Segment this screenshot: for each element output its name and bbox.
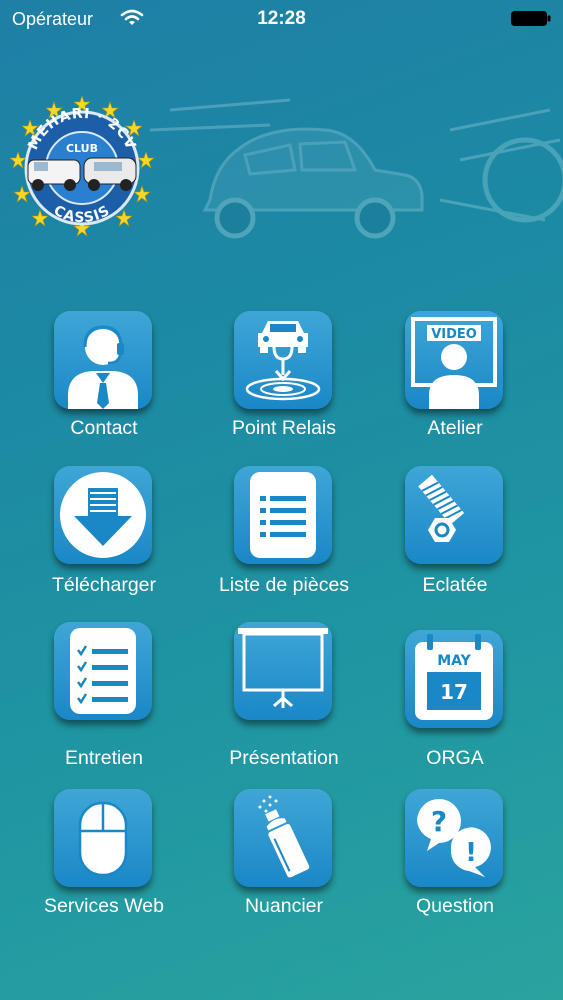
nuancier-tile[interactable]: [234, 789, 332, 887]
menu-item-liste-de-pieces[interactable]: Liste de pièces: [209, 466, 359, 606]
point-relais-label: Point Relais: [231, 417, 337, 439]
menu-item-nuancier[interactable]: Nuancier: [209, 789, 359, 929]
video-icon: VIDEO: [411, 317, 497, 409]
menu-item-atelier[interactable]: VIDEO Atelier: [380, 311, 530, 451]
entretien-tile[interactable]: [54, 622, 152, 720]
background-car-image: [150, 98, 563, 239]
presentation-tile[interactable]: [234, 622, 332, 720]
download-icon: [60, 472, 146, 558]
status-bar: Opérateur 12:28: [0, 0, 563, 38]
menu-item-presentation[interactable]: Présentation: [209, 622, 359, 769]
question-icon: ? !: [417, 799, 491, 877]
eclatee-label: Eclatée: [422, 574, 488, 596]
question-tile[interactable]: ? !: [405, 789, 503, 887]
liste-de-pieces-label: Liste de pièces: [218, 574, 350, 596]
atelier-tile[interactable]: VIDEO: [405, 311, 503, 409]
menu-item-entretien[interactable]: Entretien: [29, 622, 179, 769]
atelier-label: Atelier: [427, 417, 483, 439]
liste-de-pieces-tile[interactable]: [234, 466, 332, 564]
calendar-day-text: 17: [440, 680, 468, 704]
svg-text:!: !: [465, 838, 477, 868]
menu-item-question[interactable]: ? ! Question: [380, 789, 530, 929]
bolt-icon: [418, 474, 465, 542]
clock: 12:28: [257, 8, 306, 29]
orga-label: ORGA: [426, 747, 484, 769]
club-logo: MEHARI · 2CV CLUB CASSIS: [9, 95, 155, 237]
projector-screen-icon: [238, 628, 328, 708]
contact-tile[interactable]: [54, 311, 152, 409]
menu-item-orga[interactable]: MAY 17 ORGA: [380, 630, 530, 770]
telecharger-label: Télécharger: [51, 574, 157, 596]
menu-item-point-relais[interactable]: Point Relais: [209, 311, 359, 451]
contact-icon: [68, 325, 138, 409]
logo-middle-text: CLUB: [66, 142, 98, 155]
orga-tile[interactable]: MAY 17: [405, 630, 503, 728]
calendar-icon: MAY 17: [415, 634, 493, 720]
services-web-label: Services Web: [44, 895, 164, 917]
presentation-label: Présentation: [229, 747, 339, 769]
services-web-tile[interactable]: [54, 789, 152, 887]
menu-item-contact[interactable]: Contact: [29, 311, 179, 451]
entretien-label: Entretien: [64, 747, 144, 769]
nuancier-label: Nuancier: [244, 895, 324, 917]
eclatee-tile[interactable]: [405, 466, 503, 564]
menu-item-telecharger[interactable]: Télécharger: [29, 466, 179, 606]
mouse-icon: [78, 801, 128, 877]
menu-item-eclatee[interactable]: Eclatée: [380, 466, 530, 606]
question-label: Question: [415, 895, 495, 917]
spray-can-icon: [258, 795, 310, 878]
point-relais-icon: [245, 321, 321, 401]
battery-icon: [511, 11, 551, 26]
video-icon-text: VIDEO: [431, 327, 477, 342]
menu-item-services-web[interactable]: Services Web: [29, 789, 179, 929]
calendar-month-text: MAY: [437, 653, 471, 669]
contact-label: Contact: [70, 417, 138, 439]
telecharger-tile[interactable]: [54, 466, 152, 564]
svg-text:?: ?: [431, 805, 447, 838]
point-relais-tile[interactable]: [234, 311, 332, 409]
checklist-icon: [70, 628, 136, 714]
list-icon: [250, 472, 316, 558]
